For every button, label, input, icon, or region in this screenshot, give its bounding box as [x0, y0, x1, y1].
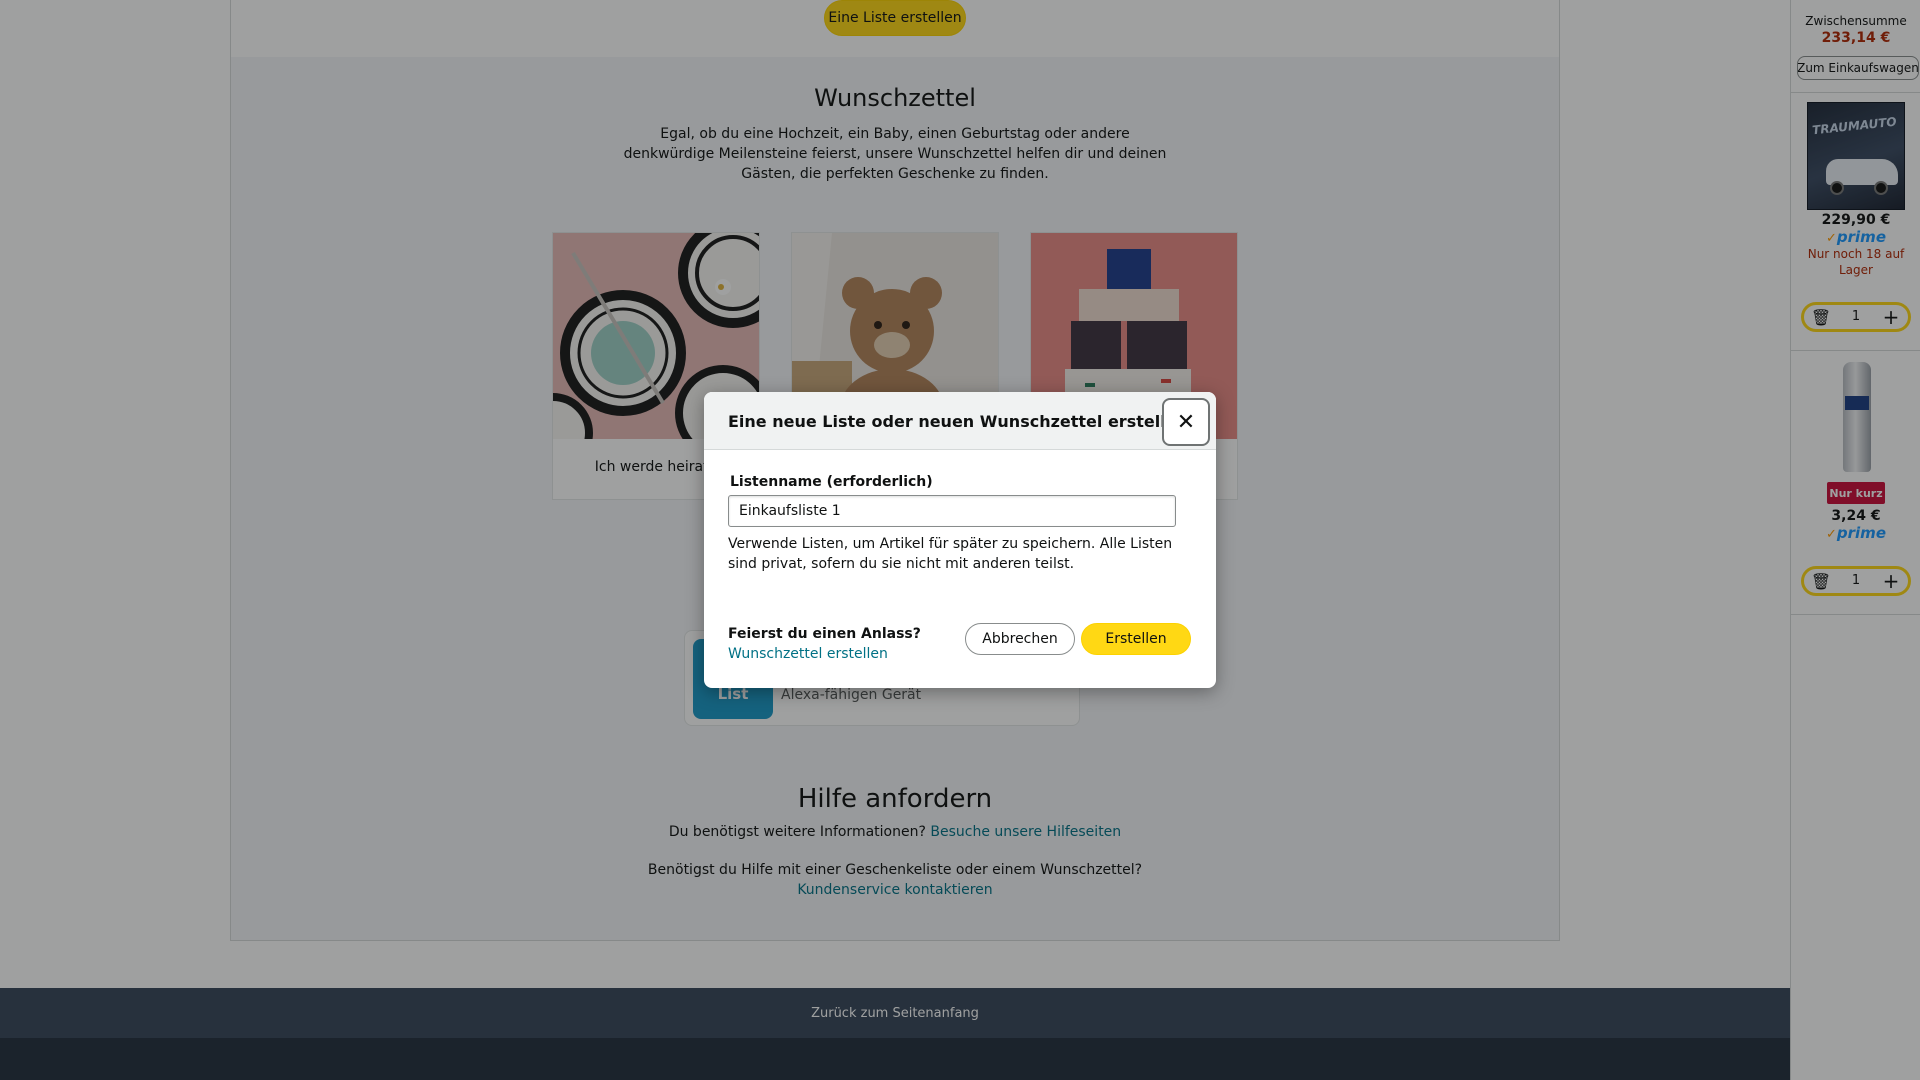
list-name-label: Listenname (erforderlich)	[730, 474, 933, 490]
dialog-description: Verwende Listen, um Artikel für später z…	[728, 536, 1173, 572]
close-icon[interactable]: ✕	[1162, 398, 1210, 446]
create-list-dialog: Eine neue Liste oder neuen Wunschzettel …	[704, 392, 1216, 688]
occasion-question: Feierst du einen Anlass?	[728, 626, 921, 642]
list-name-input[interactable]	[728, 495, 1176, 527]
cancel-button[interactable]: Abbrechen	[965, 623, 1075, 655]
create-button[interactable]: Erstellen	[1081, 623, 1191, 655]
create-wishlist-link[interactable]: Wunschzettel erstellen	[728, 646, 888, 662]
dialog-header: Eine neue Liste oder neuen Wunschzettel …	[704, 392, 1216, 450]
dialog-title: Eine neue Liste oder neuen Wunschzettel …	[728, 412, 1188, 431]
